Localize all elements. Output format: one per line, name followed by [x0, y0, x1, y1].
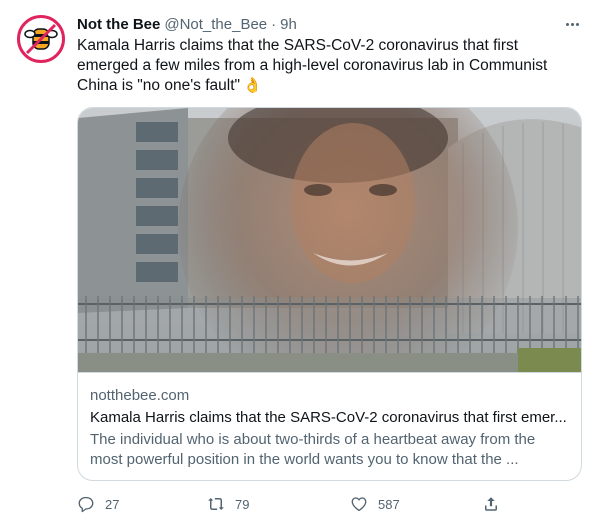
- link-card[interactable]: notthebee.com Kamala Harris claims that …: [77, 107, 582, 481]
- share-button[interactable]: [482, 494, 500, 514]
- reply-icon: [78, 496, 94, 513]
- avatar[interactable]: [17, 15, 65, 63]
- more-dots-icon[interactable]: [562, 15, 582, 33]
- ok-hand-emoji: 👌: [243, 77, 262, 94]
- share-icon: [485, 497, 497, 511]
- display-name[interactable]: Not the Bee: [77, 16, 160, 33]
- bee-logo-icon: [23, 21, 59, 57]
- handle[interactable]: @Not_the_Bee: [164, 16, 267, 33]
- retweet-button[interactable]: 79: [207, 494, 249, 514]
- tweet-actions: 27 79 587: [77, 494, 582, 514]
- card-title[interactable]: Kamala Harris claims that the SARS-CoV-2…: [90, 408, 571, 428]
- timestamp[interactable]: 9h: [280, 16, 297, 33]
- heart-icon: [351, 497, 367, 512]
- card-body: notthebee.com Kamala Harris claims that …: [90, 386, 571, 470]
- retweet-count: 79: [235, 496, 250, 512]
- tweet[interactable]: Not the Bee @Not_the_Bee · 9h Kamala Har…: [0, 0, 598, 524]
- tweet-body: Kamala Harris claims that the SARS-CoV-2…: [77, 37, 548, 94]
- reply-button[interactable]: 27: [77, 494, 119, 514]
- tweet-header: Not the Bee @Not_the_Bee · 9h: [77, 13, 582, 35]
- tweet-text: Kamala Harris claims that the SARS-CoV-2…: [77, 36, 582, 96]
- card-description: The individual who is about two-thirds o…: [90, 431, 536, 468]
- article-thumbnail-image[interactable]: [78, 108, 581, 373]
- card-domain: notthebee.com: [90, 387, 190, 404]
- reply-count: 27: [105, 496, 120, 512]
- retweet-icon: [208, 498, 224, 510]
- separator-dot: ·: [271, 15, 277, 33]
- like-button[interactable]: 587: [350, 494, 400, 514]
- like-count: 587: [378, 496, 400, 512]
